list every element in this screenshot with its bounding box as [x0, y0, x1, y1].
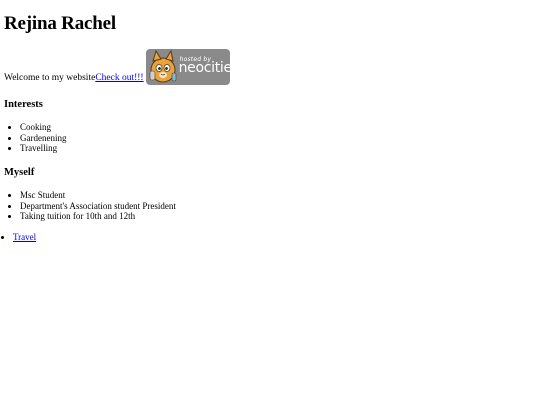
badge-brand-text: neocities — [178, 60, 230, 76]
welcome-text: Welcome to my website — [4, 73, 96, 83]
welcome-line: Welcome to my website Check out!!! hoste… — [4, 47, 230, 85]
neocities-badge[interactable]: hosted by neocities — [145, 49, 230, 85]
links-list: Travel — [0, 232, 36, 243]
interests-list: Cooking Gardenening Travelling — [0, 122, 66, 154]
check-out-link[interactable]: Check out!!! — [95, 72, 143, 85]
list-item: Msc Student — [20, 190, 176, 201]
page: Rejina Rachel Welcome to my website Chec… — [0, 0, 540, 405]
page-title: Rejina Rachel — [4, 13, 116, 34]
list-item: Department's Association student Preside… — [20, 201, 176, 212]
list-item: Travel — [13, 232, 36, 243]
list-item: Gardenening — [20, 133, 66, 144]
myself-list: Msc Student Department's Association stu… — [0, 190, 176, 222]
list-item: Taking tuition for 10th and 12th — [20, 211, 176, 222]
myself-heading: Myself — [4, 167, 35, 178]
list-item: Travelling — [20, 143, 66, 154]
list-item: Cooking — [20, 122, 66, 133]
travel-link[interactable]: Travel — [13, 232, 36, 242]
interests-heading: Interests — [4, 99, 43, 110]
